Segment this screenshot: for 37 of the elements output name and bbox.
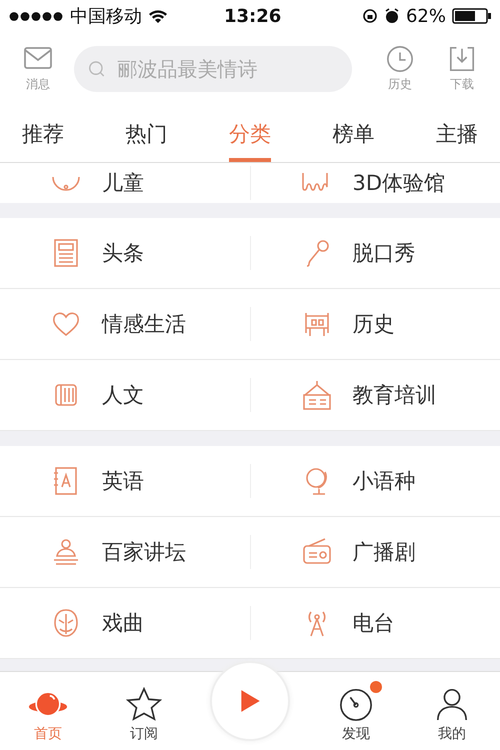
category-label[interactable]: 头条 <box>102 239 144 267</box>
tab-bar-item[interactable]: 发现 <box>321 679 391 743</box>
rotation-lock-icon <box>362 8 378 24</box>
battery-icon <box>452 8 492 24</box>
tab-bar-item[interactable]: 订阅 <box>109 679 179 743</box>
signboard-icon <box>300 379 332 411</box>
download-icon <box>447 44 477 72</box>
category-label[interactable]: 脱口秀 <box>352 239 416 267</box>
category-tab[interactable]: 热门 <box>126 105 168 162</box>
category-label[interactable]: 人文 <box>102 381 144 409</box>
star-icon <box>124 687 164 721</box>
search-bar[interactable]: 郦波品最美情诗 <box>74 46 352 92</box>
carrier-name: 中国移动 <box>70 5 142 28</box>
category-label[interactable]: 小语种 <box>352 467 416 495</box>
clock-time: 13:26 <box>224 6 282 26</box>
category-label[interactable]: 教育培训 <box>352 381 436 409</box>
category-label[interactable]: 情感生活 <box>102 310 186 338</box>
battery-percent: 62% <box>406 6 446 26</box>
category-label[interactable]: 戏曲 <box>102 609 144 637</box>
search-icon <box>88 58 106 78</box>
category-tab[interactable]: 榜单 <box>332 105 374 162</box>
category-tab[interactable]: 主播 <box>436 105 478 162</box>
play-icon <box>239 688 261 714</box>
search-field[interactable]: 郦波品最美情诗 <box>115 56 338 82</box>
category-label[interactable]: 历史 <box>352 310 394 338</box>
category-tab[interactable]: 推荐 <box>22 105 64 162</box>
category-label[interactable]: 百家讲坛 <box>102 538 186 566</box>
wifi-icon <box>148 8 168 24</box>
category-label[interactable]: 电台 <box>352 609 394 637</box>
category-label[interactable]: 儿童 <box>102 169 144 197</box>
signal-icon <box>8 10 64 22</box>
category-label[interactable]: 英语 <box>102 467 144 495</box>
category-label[interactable]: 3D体验馆 <box>352 169 446 197</box>
tab-bar-item[interactable]: 我的 <box>417 679 487 743</box>
category-label[interactable]: 广播剧 <box>352 538 416 566</box>
clock-icon <box>385 44 415 72</box>
alarm-icon <box>384 8 400 24</box>
